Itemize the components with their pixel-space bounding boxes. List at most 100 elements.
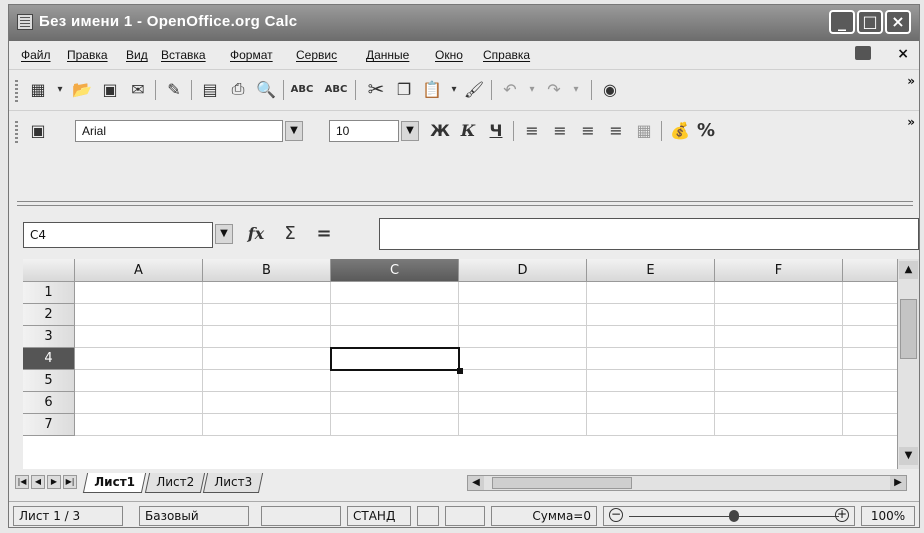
vertical-scrollbar[interactable]: ▲ ▼ — [897, 259, 919, 469]
select-all-corner[interactable] — [23, 259, 75, 282]
cell-a3[interactable] — [75, 326, 203, 348]
cell-e7[interactable] — [587, 414, 715, 436]
cell-b1[interactable] — [203, 282, 331, 304]
cell-a1[interactable] — [75, 282, 203, 304]
scroll-down-icon[interactable]: ▼ — [899, 447, 918, 465]
cell-d3[interactable] — [459, 326, 587, 348]
font-name-dropdown-icon[interactable]: ▼ — [285, 121, 303, 141]
bold-button[interactable]: Ж — [429, 119, 451, 141]
cell-b4[interactable] — [203, 348, 331, 370]
menu-insert[interactable]: Вставка — [161, 48, 206, 62]
column-header-c[interactable]: C — [331, 259, 459, 282]
cell-d1[interactable] — [459, 282, 587, 304]
name-box-dropdown-icon[interactable]: ▼ — [215, 224, 233, 244]
cell-e2[interactable] — [587, 304, 715, 326]
cell-c3[interactable] — [331, 326, 459, 348]
cell-f6[interactable] — [715, 392, 843, 414]
undo-icon[interactable]: ↶ — [499, 78, 521, 100]
cell-f4[interactable] — [715, 348, 843, 370]
cell-e6[interactable] — [587, 392, 715, 414]
edit-file-icon[interactable]: ✎ — [163, 78, 185, 100]
cell-a7[interactable] — [75, 414, 203, 436]
formula-input[interactable] — [379, 218, 919, 250]
row-header-1[interactable]: 1 — [23, 282, 75, 304]
cell-e1[interactable] — [587, 282, 715, 304]
menu-view[interactable]: Вид — [126, 48, 148, 62]
close-document-button[interactable]: × — [897, 46, 909, 62]
justify-icon[interactable]: ≡ — [605, 119, 627, 141]
save-icon[interactable]: ▣ — [99, 78, 121, 100]
scroll-right-icon[interactable]: ▶ — [890, 476, 906, 490]
format-paintbrush-icon[interactable]: 🖌 — [463, 78, 485, 100]
last-sheet-icon[interactable]: ▶| — [63, 475, 77, 489]
row-header-2[interactable]: 2 — [23, 304, 75, 326]
percent-format-button[interactable]: % — [695, 119, 717, 141]
email-icon[interactable]: ✉ — [127, 78, 149, 100]
vertical-scroll-thumb[interactable] — [900, 299, 917, 359]
row-header-5[interactable]: 5 — [23, 370, 75, 392]
toolbar-splitter[interactable] — [17, 201, 913, 206]
function-equals-icon[interactable]: = — [313, 222, 335, 244]
paste-icon[interactable]: 📋 — [421, 78, 443, 100]
page-preview-icon[interactable]: 🔍 — [255, 78, 277, 100]
cell-b7[interactable] — [203, 414, 331, 436]
zoom-in-icon[interactable]: + — [835, 508, 849, 522]
font-size-dropdown-icon[interactable]: ▼ — [401, 121, 419, 141]
cell-d5[interactable] — [459, 370, 587, 392]
paste-dropdown-icon[interactable]: ▾ — [443, 78, 465, 100]
next-sheet-icon[interactable]: ▶ — [47, 475, 61, 489]
menu-data[interactable]: Данные — [366, 48, 409, 62]
cell-b5[interactable] — [203, 370, 331, 392]
font-size-input[interactable]: 10 — [329, 120, 399, 142]
cell-d7[interactable] — [459, 414, 587, 436]
spellcheck-icon[interactable]: ABC — [291, 78, 314, 100]
horizontal-scrollbar[interactable]: ◀ ▶ — [467, 475, 907, 491]
menu-help[interactable]: Справка — [483, 48, 530, 62]
print-icon[interactable]: ⎙ — [227, 78, 249, 100]
merge-cells-icon[interactable]: ▦ — [633, 119, 655, 141]
new-document-icon[interactable]: ▦ — [27, 78, 49, 100]
cell-a4[interactable] — [75, 348, 203, 370]
sheet-tab-1[interactable]: Лист1 — [82, 473, 146, 493]
open-icon[interactable]: 📂 — [71, 78, 93, 100]
cell-a6[interactable] — [75, 392, 203, 414]
toolbar-more-icon[interactable]: » — [907, 115, 915, 129]
menu-file[interactable]: Файл — [21, 48, 51, 62]
underline-button[interactable]: Ч — [485, 119, 507, 141]
horizontal-scroll-thumb[interactable] — [492, 477, 632, 489]
align-right-icon[interactable]: ≡ — [577, 119, 599, 141]
copy-icon[interactable]: ❐ — [393, 78, 415, 100]
column-header-e[interactable]: E — [587, 259, 715, 282]
autospellcheck-icon[interactable]: ABC — [325, 78, 348, 100]
cut-icon[interactable]: ✂ — [365, 77, 387, 101]
cell-e5[interactable] — [587, 370, 715, 392]
active-cell-c4[interactable] — [330, 347, 463, 374]
toolbar-more-icon[interactable]: » — [907, 74, 915, 88]
scroll-left-icon[interactable]: ◀ — [468, 476, 484, 490]
spreadsheet-grid[interactable]: A B C D E F 1 2 3 4 5 6 7 — [23, 259, 919, 469]
column-header-b[interactable]: B — [203, 259, 331, 282]
cell-f5[interactable] — [715, 370, 843, 392]
font-name-input[interactable]: Arial — [75, 120, 283, 142]
menu-format[interactable]: Формат — [230, 48, 273, 62]
zoom-slider-knob[interactable] — [729, 510, 739, 522]
cell-c7[interactable] — [331, 414, 459, 436]
sum-icon[interactable]: Σ — [279, 222, 301, 244]
row-header-6[interactable]: 6 — [23, 392, 75, 414]
cell-f1[interactable] — [715, 282, 843, 304]
scroll-up-icon[interactable]: ▲ — [899, 261, 918, 279]
first-sheet-icon[interactable]: |◀ — [15, 475, 29, 489]
row-header-3[interactable]: 3 — [23, 326, 75, 348]
toolbar-handle[interactable] — [15, 119, 18, 143]
zoom-out-icon[interactable]: − — [609, 508, 623, 522]
currency-format-icon[interactable]: 💰 — [669, 119, 691, 141]
toolbar-handle[interactable] — [15, 78, 18, 102]
new-dropdown-icon[interactable]: ▾ — [49, 78, 71, 100]
status-page-style[interactable]: Базовый — [139, 506, 249, 526]
cell-d6[interactable] — [459, 392, 587, 414]
redo-dropdown-icon[interactable]: ▾ — [565, 78, 587, 100]
align-left-icon[interactable]: ≡ — [521, 119, 543, 141]
redo-icon[interactable]: ↷ — [543, 78, 565, 100]
column-header-d[interactable]: D — [459, 259, 587, 282]
column-header-a[interactable]: A — [75, 259, 203, 282]
